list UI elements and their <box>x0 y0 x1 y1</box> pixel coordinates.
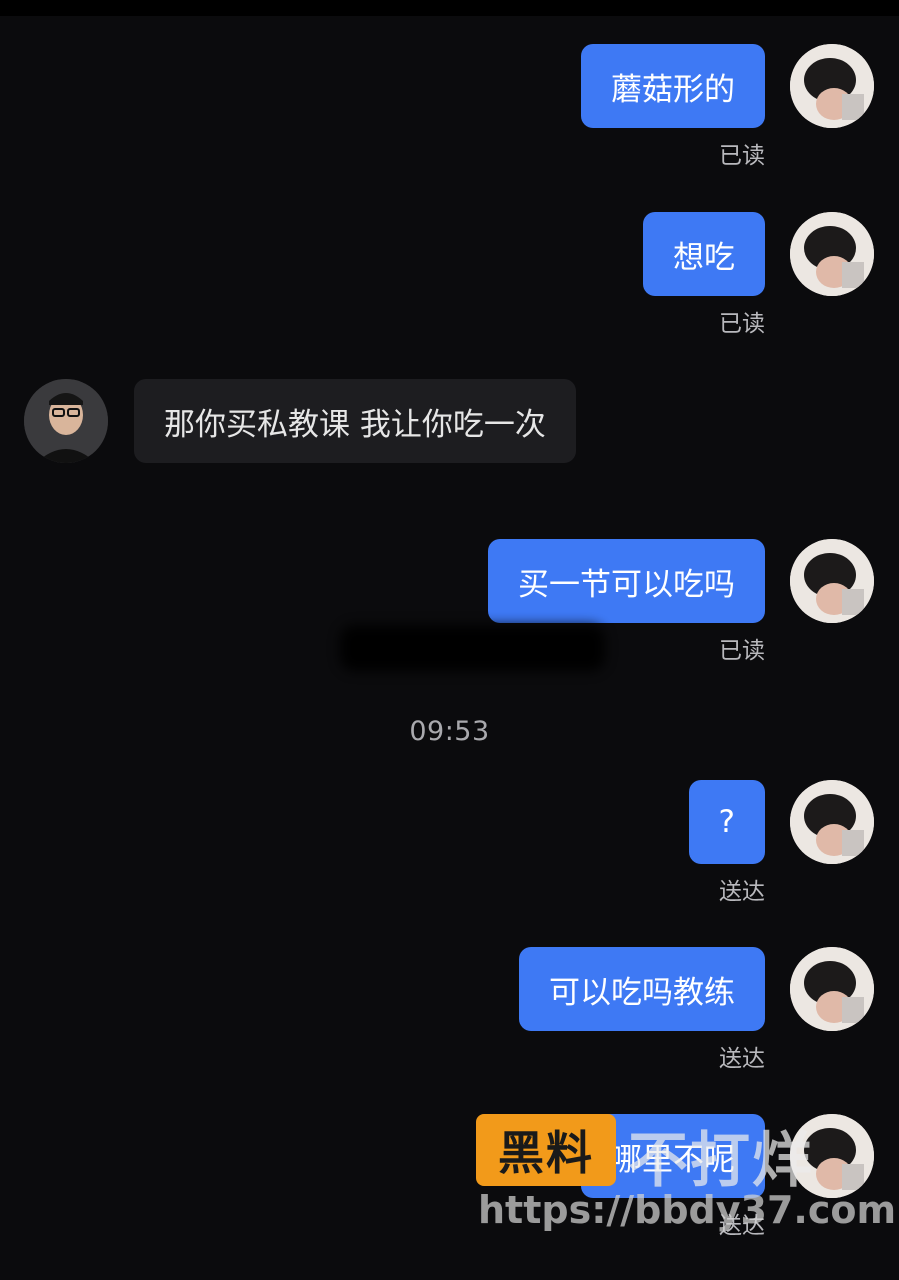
my-avatar-icon[interactable] <box>790 44 874 128</box>
my-avatar-icon[interactable] <box>790 947 874 1031</box>
other-message-bubble[interactable]: 那你买私教课 我让你吃一次 <box>134 379 576 463</box>
my-message-bubble[interactable]: 可以吃吗教练 <box>519 947 765 1031</box>
my-avatar-icon[interactable] <box>790 212 874 296</box>
read-status: 已读 <box>719 311 765 337</box>
redaction-scribble <box>340 625 605 671</box>
read-status: 已读 <box>719 143 765 169</box>
watermark-badge: 黑料 <box>476 1114 616 1186</box>
top-edge <box>0 0 899 16</box>
chat-screen: 蘑菇形的 已读 想吃 已读 那你买私教课 我让你吃一次 买一节可以吃吗 已读 0… <box>0 0 899 1280</box>
delivered-status: 送达 <box>719 879 765 905</box>
time-separator: 09:53 <box>409 716 490 747</box>
my-message-bubble[interactable]: 蘑菇形的 <box>581 44 765 128</box>
watermark-text: 不打烊 <box>628 1126 814 1196</box>
my-message-bubble[interactable]: 买一节可以吃吗 <box>488 539 765 623</box>
watermark-url: https://bbdy37.com <box>478 1188 897 1232</box>
my-avatar-icon[interactable] <box>790 780 874 864</box>
my-message-bubble[interactable]: 想吃 <box>643 212 765 296</box>
coach-avatar-icon[interactable] <box>24 379 108 463</box>
my-avatar-icon[interactable] <box>790 539 874 623</box>
my-message-bubble[interactable]: ? <box>688 780 765 864</box>
read-status: 已读 <box>719 638 765 664</box>
delivered-status: 送达 <box>719 1046 765 1072</box>
